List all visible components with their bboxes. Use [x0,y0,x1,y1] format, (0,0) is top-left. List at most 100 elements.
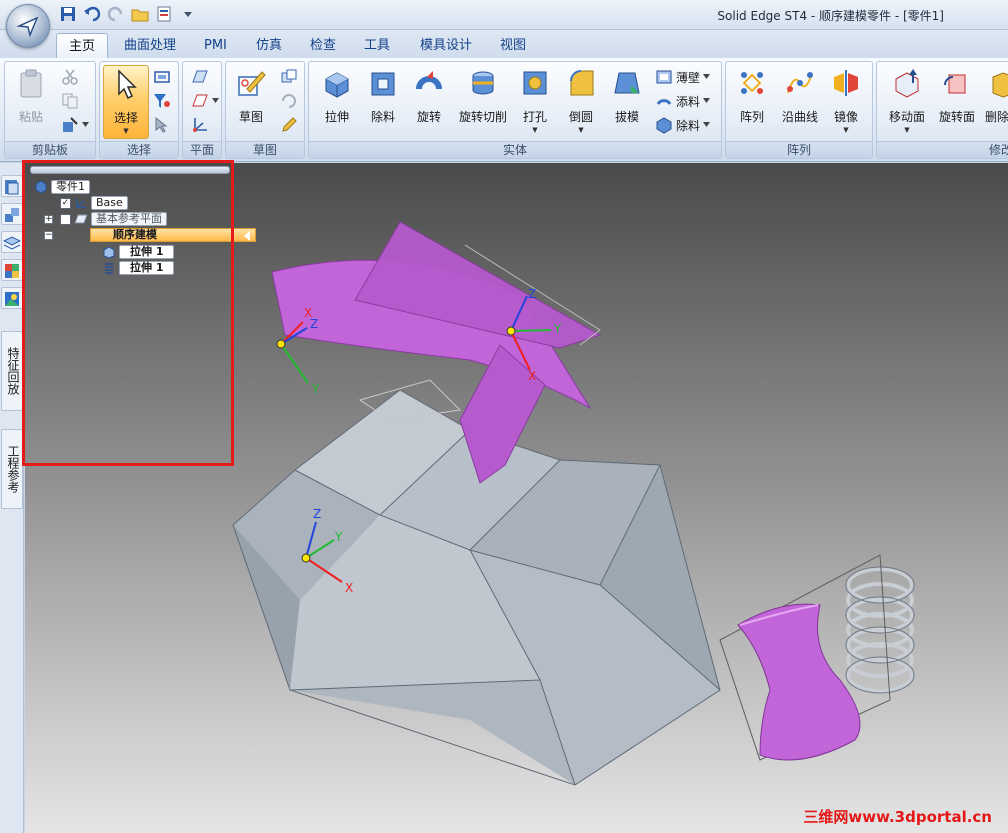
tab-view[interactable]: 视图 [488,33,538,58]
parallel-plane-button[interactable] [191,90,219,112]
tab-pmi[interactable]: PMI [192,33,239,58]
assembly-icon [5,208,19,222]
project-to-sketch-button[interactable] [280,66,298,88]
tab-simulation[interactable]: 仿真 [244,33,294,58]
rotate-face-icon [944,74,966,94]
move-face-button[interactable]: 移动面 ▼ [881,65,933,139]
hole-button[interactable]: 打孔 ▼ [513,65,557,139]
round-button[interactable]: 倒圆 ▼ [559,65,603,139]
application-button[interactable] [6,4,50,48]
delete-face-button[interactable]: 删除面 [983,65,1008,139]
open-folder-icon[interactable] [130,4,150,24]
select-tool-button[interactable]: 选择 ▼ [103,65,149,139]
chevron-down-icon: ▼ [578,126,584,134]
plane-icon [192,70,208,83]
cutout-icon [371,72,395,96]
window-title: Solid Edge ST4 - 顺序建模零件 - [零件1] [717,9,944,23]
group-clipboard: 粘贴 剪贴板 [4,61,96,159]
add-button[interactable]: 添料 [655,90,711,112]
color-manager-tab[interactable] [1,259,23,281]
pattern-along-curve-button[interactable]: 沿曲线 [778,65,822,139]
extrude-button[interactable]: 拉伸 [315,65,359,139]
copy-button[interactable] [61,90,79,112]
draft-button[interactable]: 拔模 [605,65,649,139]
quickpick-button[interactable] [153,66,171,88]
rendering-tab[interactable] [1,287,23,309]
group-solids: 拉伸 除料 旋转 旋转切削 打孔 ▼ 倒圆 ▼ 拔模 薄壁 添料 除料 实体 [308,61,722,159]
quick-access-toolbar [58,4,198,24]
sketch-edit-button[interactable] [280,114,298,136]
customize-qat-icon[interactable] [178,4,198,24]
revolved-vase-body[interactable] [737,603,861,761]
group-label-sketch: 草图 [226,141,304,158]
undo-icon[interactable] [82,4,102,24]
group-modify: 移动面 ▼ 旋转面 删除面 修改 [876,61,1008,159]
filter-icon [154,94,170,108]
chevron-down-icon [703,74,711,79]
svg-text:Z: Z [310,317,318,331]
chevron-down-icon: ▼ [843,126,849,134]
group-label-solids: 实体 [309,141,721,158]
tab-inspect[interactable]: 检查 [298,33,348,58]
layers-icon [2,236,22,250]
rotate-face-button[interactable]: 旋转面 [933,65,981,139]
hole-icon [523,71,547,95]
add-material-icon [656,99,672,105]
revolve-button[interactable]: 旋转 [407,65,451,139]
tab-tools[interactable]: 工具 [352,33,402,58]
select-set-icon [154,71,170,83]
save-icon[interactable] [58,4,78,24]
group-select: 选择 ▼ 选择 [99,61,179,159]
layers-tab[interactable] [1,203,23,225]
feature-playback-tab[interactable]: 特征回放 [1,331,23,411]
format-painter-icon [63,117,78,132]
pathfinder-icon [5,180,19,195]
engineering-reference-tab[interactable]: 工程参考 [1,429,23,509]
pathfinder-tab[interactable] [1,175,23,197]
cutout-button[interactable]: 除料 [361,65,405,139]
round-icon [570,70,594,96]
sketch-icon [238,71,266,96]
pencil-icon [282,117,297,132]
coincident-plane-button[interactable] [191,66,209,88]
properties-icon[interactable] [154,4,174,24]
svg-text:Z: Z [528,287,536,301]
revolve-icon [416,71,442,90]
chevron-down-icon: ▼ [123,127,129,135]
tab-surfacing[interactable]: 曲面处理 [112,33,188,58]
tab-mold-design[interactable]: 模具设计 [408,33,484,58]
revolved-cutout-button[interactable]: 旋转切削 [453,65,513,139]
cursor-select-icon [155,116,168,133]
tab-home[interactable]: 主页 [56,33,109,58]
arrow-pointer-icon [118,69,137,100]
mirror-button[interactable]: 镜像 ▼ [824,65,868,139]
extrude-icon [325,72,349,98]
group-pattern: 阵列 沿曲线 镜像 ▼ 阵列 [725,61,873,159]
group-sketch: 草图 草图 [225,61,305,159]
coordinate-system-button[interactable] [191,114,209,136]
feature-library-tab[interactable] [1,231,23,253]
highlight-box [22,160,234,466]
paste-special-button[interactable] [61,114,89,136]
chevron-down-icon: ▼ [532,126,538,134]
left-tab-strip: 特征回放 工程参考 [0,163,24,833]
group-label-plane: 平面 [183,141,221,158]
sketch-button[interactable]: 草图 [229,65,273,139]
select-tools-button[interactable] [153,114,171,136]
title-bar: Solid Edge ST4 - 顺序建模零件 - [零件1] [0,0,1008,48]
svg-text:Y: Y [334,530,343,544]
delete-face-icon [992,72,1008,98]
cut-button[interactable] [61,66,79,88]
remove-material-icon [656,117,672,134]
move-face-icon [895,69,919,98]
copy-icon [62,93,78,109]
thin-wall-button[interactable]: 薄壁 [655,66,711,88]
filter-button[interactable] [153,90,171,112]
redo-icon[interactable] [106,4,126,24]
include-button[interactable] [280,90,298,112]
remove-button[interactable]: 除料 [655,114,711,136]
paste-button[interactable]: 粘贴 [9,65,53,139]
pattern-along-curve-icon [787,72,813,94]
pattern-button[interactable]: 阵列 [730,65,774,139]
svg-text:X: X [345,581,353,595]
